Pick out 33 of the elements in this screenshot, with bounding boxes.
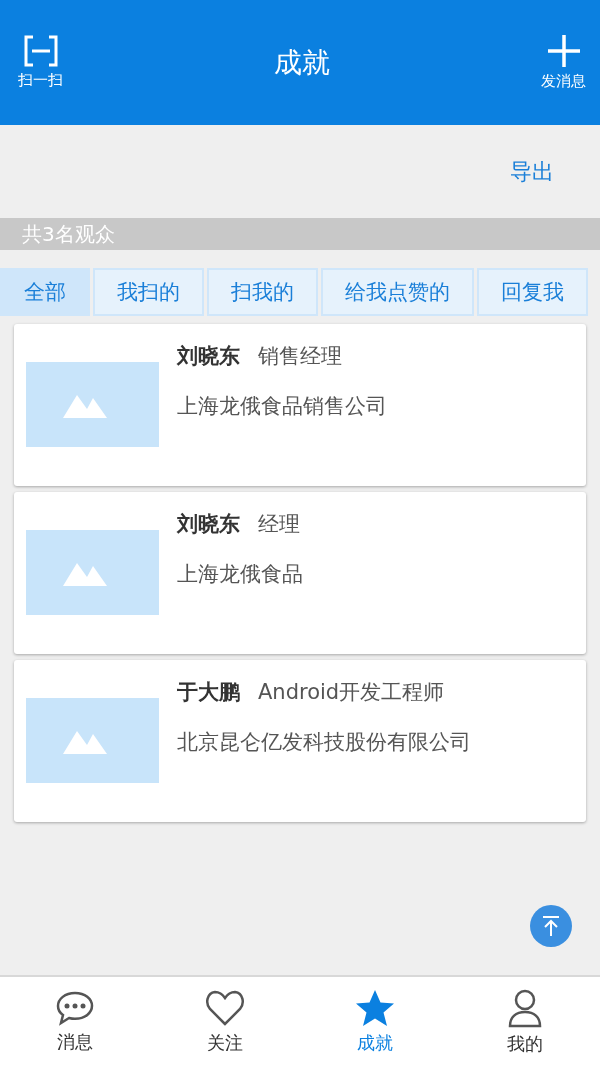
nav-tab[interactable]: 关注 [150, 977, 300, 1067]
scan-icon [22, 35, 59, 67]
company-name: 北京昆仑亿发科技股份有限公司 [177, 729, 471, 756]
nav-tab[interactable]: 成就 [300, 977, 450, 1067]
scroll-top-button[interactable] [530, 905, 572, 947]
filter-tab[interactable]: 扫我的 [207, 268, 318, 316]
job-title: 销售经理 [258, 343, 342, 370]
send-message-button[interactable]: 发消息 [541, 34, 586, 91]
page-title: 成就 [274, 44, 330, 81]
filter-tab[interactable]: 给我点赞的 [321, 268, 474, 316]
filter-tab[interactable]: 回复我 [477, 268, 588, 316]
arrow-up-icon [541, 915, 561, 937]
nav-tab[interactable]: 我的 [450, 977, 600, 1067]
export-link[interactable]: 导出 [510, 156, 554, 187]
star-icon [355, 989, 395, 1027]
company-name: 上海龙俄食品销售公司 [177, 393, 387, 420]
contact-card[interactable]: 刘晓东 经理 上海龙俄食品 [14, 492, 586, 654]
nav-tab[interactable]: 消息 [0, 977, 150, 1067]
plus-icon [546, 34, 581, 68]
scan-button[interactable]: 扫一扫 [18, 35, 63, 90]
chat-bubble-icon [55, 990, 95, 1026]
contact-name: 刘晓东 [177, 511, 240, 538]
contact-name: 于大鹏 [177, 679, 240, 706]
contact-card[interactable]: 刘晓东 销售经理 上海龙俄食品销售公司 [14, 324, 586, 486]
contact-name: 刘晓东 [177, 343, 240, 370]
person-icon [507, 988, 543, 1028]
heart-icon [205, 989, 245, 1027]
job-title: 经理 [258, 511, 300, 538]
filter-tab[interactable]: 我扫的 [93, 268, 204, 316]
contact-card[interactable]: 于大鹏 Android开发工程师 北京昆仑亿发科技股份有限公司 [14, 660, 586, 822]
job-title: Android开发工程师 [258, 679, 445, 706]
filter-tab[interactable]: 全部 [0, 268, 90, 316]
company-name: 上海龙俄食品 [177, 561, 303, 588]
